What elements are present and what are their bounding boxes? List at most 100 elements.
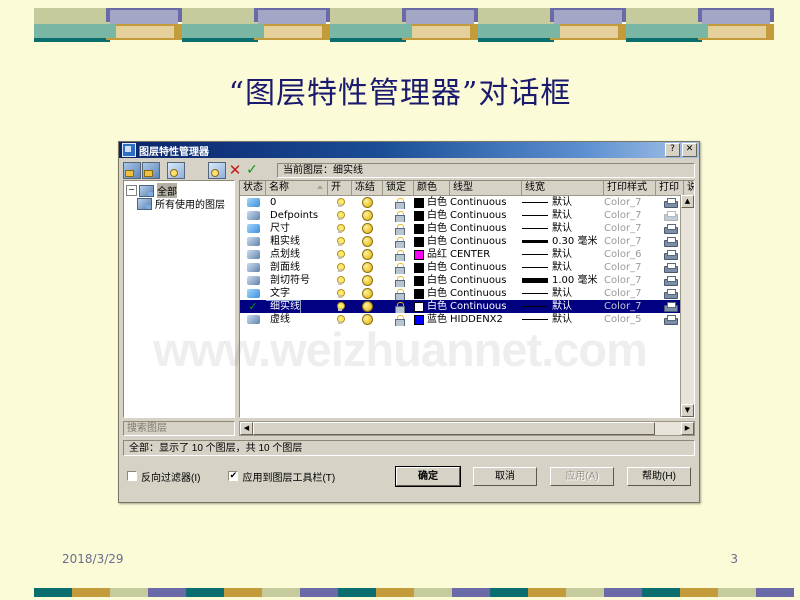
cell-name[interactable]: 剖面线 <box>266 261 328 274</box>
cell-on[interactable] <box>328 313 352 326</box>
layer-thaw-icon[interactable] <box>362 249 373 260</box>
cell-freeze[interactable] <box>352 300 383 313</box>
cell-linetype[interactable]: Continuous <box>450 222 522 235</box>
cell-lock[interactable] <box>383 222 414 235</box>
cell-freeze[interactable] <box>352 235 383 248</box>
table-row[interactable]: 虚线 蓝色 HIDDENX2 默认 Color_5 <box>240 313 694 326</box>
cell-name[interactable]: 细实线 <box>266 300 328 313</box>
cell-state[interactable] <box>240 313 266 326</box>
layer-unlock-icon[interactable] <box>394 288 405 300</box>
help-button[interactable]: 帮助(H) <box>627 466 691 486</box>
search-input[interactable]: 搜索图层 <box>123 421 235 436</box>
hscroll-thumb[interactable] <box>253 422 655 435</box>
layer-on-icon[interactable] <box>336 275 345 286</box>
cell-on[interactable] <box>328 248 352 261</box>
layer-thaw-icon[interactable] <box>362 288 373 299</box>
grid-column-header-color[interactable]: 颜色 <box>414 181 450 195</box>
cell-on[interactable] <box>328 235 352 248</box>
cell-plotstyle[interactable]: Color_7 <box>604 287 656 300</box>
scroll-right-icon[interactable]: ▶ <box>681 422 694 435</box>
plot-icon[interactable] <box>664 224 678 234</box>
cell-lineweight[interactable]: 默认 <box>522 222 604 235</box>
cell-freeze[interactable] <box>352 248 383 261</box>
cell-lock[interactable] <box>383 235 414 248</box>
delete-layer-icon[interactable]: ✕ <box>227 162 243 178</box>
plot-icon[interactable] <box>664 263 678 273</box>
cell-lock[interactable] <box>383 248 414 261</box>
grid-column-header-lock[interactable]: 锁定 <box>383 181 414 195</box>
cell-color[interactable]: 白色 <box>414 261 450 274</box>
layer-unlock-icon[interactable] <box>394 262 405 274</box>
layer-list-grid[interactable]: 状态名称开冻结锁定颜色线型线宽打印样式打印说明 0白色Continuous默认C… <box>239 180 695 418</box>
grid-column-header-desc[interactable]: 说明 <box>684 181 694 195</box>
help-titlebar-button[interactable]: ? <box>665 143 680 157</box>
cell-linetype[interactable]: Continuous <box>450 300 522 313</box>
plot-icon[interactable] <box>664 302 678 312</box>
cell-plotstyle[interactable]: Color_7 <box>604 274 656 287</box>
cell-lineweight[interactable]: 默认 <box>522 313 604 326</box>
cell-lineweight[interactable]: 默认 <box>522 209 604 222</box>
tree-expander-icon[interactable]: − <box>126 185 137 196</box>
cell-plotstyle[interactable]: Color_5 <box>604 313 656 326</box>
layer-on-icon[interactable] <box>336 262 345 273</box>
table-row[interactable]: 尺寸 白色 Continuous 默认 Color_7 <box>240 222 694 235</box>
layer-on-icon[interactable] <box>336 223 345 234</box>
cell-lineweight[interactable]: 默认 <box>522 261 604 274</box>
grid-column-header-on[interactable]: 开 <box>328 181 352 195</box>
cell-linetype[interactable]: Continuous <box>450 287 522 300</box>
invert-filter-checkbox[interactable] <box>127 471 137 481</box>
layer-on-icon[interactable] <box>336 236 345 247</box>
grid-column-header-lweight[interactable]: 线宽 <box>522 181 604 195</box>
layer-states-manager-icon[interactable] <box>167 161 185 179</box>
cell-on[interactable] <box>328 287 352 300</box>
cell-plotstyle[interactable]: Color_7 <box>604 222 656 235</box>
cell-name[interactable]: Defpoints <box>266 209 328 222</box>
new-layer-icon[interactable] <box>208 161 226 179</box>
cell-lock[interactable] <box>383 196 414 209</box>
cell-lock[interactable] <box>383 313 414 326</box>
cell-freeze[interactable] <box>352 313 383 326</box>
cell-name[interactable]: 粗实线 <box>266 235 328 248</box>
cell-color[interactable]: 白色 <box>414 300 450 313</box>
table-row[interactable]: 0 白色 Continuous 默认 Color_7 <box>240 196 694 209</box>
cell-plotstyle[interactable]: Color_7 <box>604 196 656 209</box>
plot-icon[interactable] <box>664 211 678 221</box>
grid-column-header-plot[interactable]: 打印 <box>656 181 684 195</box>
cell-state[interactable] <box>240 274 266 287</box>
cell-freeze[interactable] <box>352 287 383 300</box>
plot-icon[interactable] <box>664 237 678 247</box>
scroll-down-icon[interactable]: ▼ <box>681 404 694 417</box>
cell-linetype[interactable]: Continuous <box>450 235 522 248</box>
cell-lock[interactable] <box>383 287 414 300</box>
cell-freeze[interactable] <box>352 261 383 274</box>
table-row[interactable]: ✓ 细实线 白色 Continuous 默认 Color_7 <box>240 300 694 313</box>
cell-freeze[interactable] <box>352 196 383 209</box>
cell-state[interactable] <box>240 209 266 222</box>
cell-lineweight[interactable]: 默认 <box>522 248 604 261</box>
layer-thaw-icon[interactable] <box>362 275 373 286</box>
layer-thaw-icon[interactable] <box>362 210 373 221</box>
cell-name[interactable]: 剖切符号 <box>266 274 328 287</box>
cell-color[interactable]: 白色 <box>414 235 450 248</box>
cell-color[interactable]: 品红 <box>414 248 450 261</box>
layer-on-icon[interactable] <box>336 197 345 208</box>
cell-name[interactable]: 尺寸 <box>266 222 328 235</box>
cell-lineweight[interactable]: 1.00 毫米 <box>522 274 604 287</box>
cell-on[interactable] <box>328 300 352 313</box>
cell-lock[interactable] <box>383 209 414 222</box>
layer-unlock-icon[interactable] <box>394 197 405 209</box>
table-row[interactable]: 点划线 品红 CENTER 默认 Color_6 <box>240 248 694 261</box>
filter-tree-pane[interactable]: − 全部 所有使用的图层 <box>123 180 235 418</box>
cell-color[interactable]: 白色 <box>414 196 450 209</box>
layer-unlock-icon[interactable] <box>394 249 405 261</box>
scroll-left-icon[interactable]: ◀ <box>240 422 253 435</box>
apply-to-layer-toolbar-checkbox[interactable]: ✔ <box>228 471 239 481</box>
new-group-filter-icon[interactable] <box>142 161 160 179</box>
cell-on[interactable] <box>328 222 352 235</box>
cell-freeze[interactable] <box>352 209 383 222</box>
cell-plotstyle[interactable]: Color_7 <box>604 209 656 222</box>
cell-state[interactable] <box>240 235 266 248</box>
layer-on-icon[interactable] <box>336 249 345 260</box>
scroll-up-icon[interactable]: ▲ <box>681 195 694 208</box>
layer-unlock-icon[interactable] <box>394 223 405 235</box>
